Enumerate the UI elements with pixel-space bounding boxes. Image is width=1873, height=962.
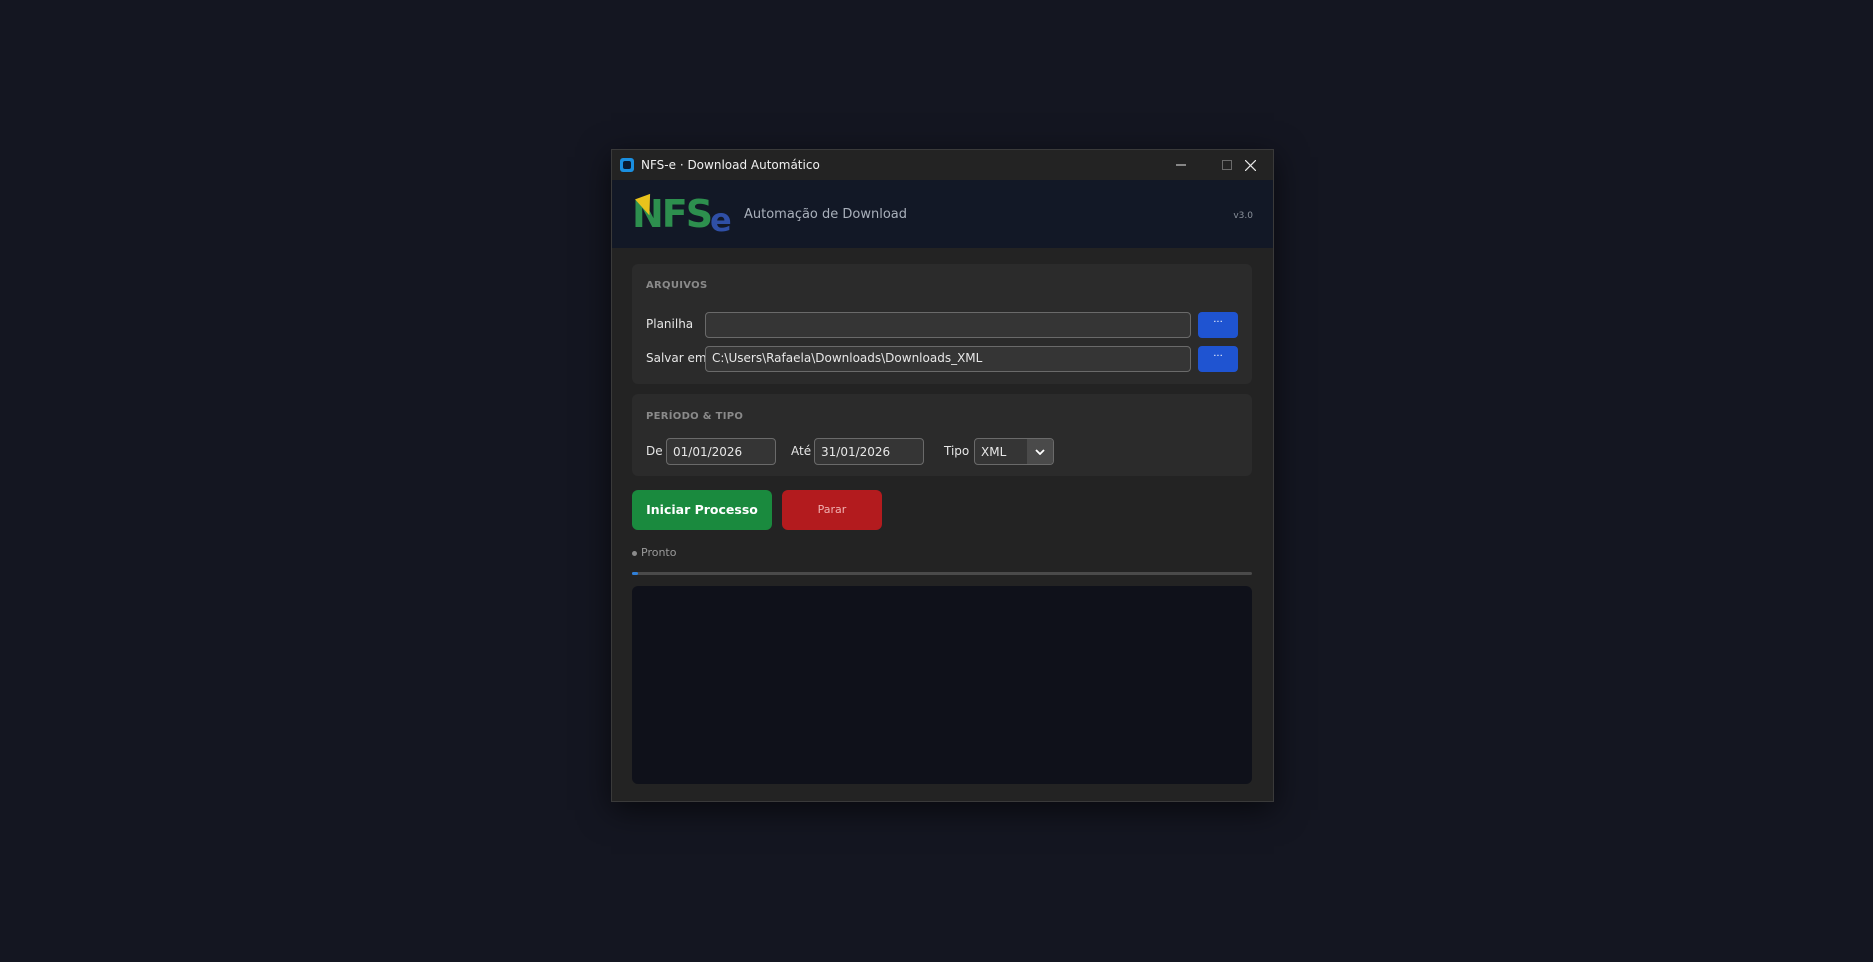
files-card: ARQUIVOS Planilha ··· Salvar em C:\Users…	[632, 264, 1252, 384]
close-button[interactable]	[1227, 150, 1273, 180]
to-date-input[interactable]: 31/01/2026	[814, 438, 924, 465]
version-label: v3.0	[1233, 211, 1253, 221]
save-location-input[interactable]: C:\Users\Rafaela\Downloads\Downloads_XML	[705, 346, 1191, 372]
type-label: Tipo	[944, 444, 970, 458]
period-card: PERÍODO & TIPO De 01/01/2026 Até 31/01/2…	[632, 394, 1252, 476]
nfse-logo: NFS e	[632, 192, 732, 239]
browse-spreadsheet-button[interactable]: ···	[1198, 312, 1238, 338]
spreadsheet-label: Planilha	[646, 317, 694, 331]
progress-fill	[632, 572, 639, 575]
period-section-title: PERÍODO & TIPO	[646, 411, 744, 422]
status-dot-icon	[632, 550, 637, 556]
chevron-down-icon[interactable]	[1027, 439, 1053, 464]
log-output[interactable]	[632, 586, 1252, 784]
close-icon	[1244, 159, 1256, 171]
browse-save-button[interactable]: ···	[1198, 346, 1238, 372]
app-header: NFS e Automação de Download v3.0	[612, 180, 1273, 248]
minimize-icon	[1176, 164, 1186, 166]
to-date-label: Até	[791, 444, 812, 458]
progress-bar	[632, 572, 1252, 575]
title-bar[interactable]: NFS-e · Download Automático	[612, 150, 1273, 180]
status-indicator: Pronto	[632, 546, 676, 559]
from-date-label: De	[646, 444, 663, 458]
status-text: Pronto	[641, 546, 677, 559]
stop-button[interactable]: Parar	[782, 490, 882, 530]
type-select-value: XML	[981, 445, 1007, 459]
logo-suffix: e	[710, 201, 732, 239]
app-window: NFS-e · Download Automático NFS e Automa…	[611, 149, 1274, 802]
window-title: NFS-e · Download Automático	[641, 158, 820, 172]
start-process-button[interactable]: Iniciar Processo	[632, 490, 772, 530]
spreadsheet-input[interactable]	[705, 312, 1191, 338]
app-subtitle: Automação de Download	[744, 207, 908, 222]
app-icon	[620, 158, 634, 172]
files-section-title: ARQUIVOS	[646, 280, 708, 291]
minimize-button[interactable]	[1158, 150, 1204, 180]
from-date-input[interactable]: 01/01/2026	[666, 438, 776, 465]
save-location-label: Salvar em	[646, 351, 707, 365]
type-select[interactable]: XML	[974, 438, 1054, 465]
